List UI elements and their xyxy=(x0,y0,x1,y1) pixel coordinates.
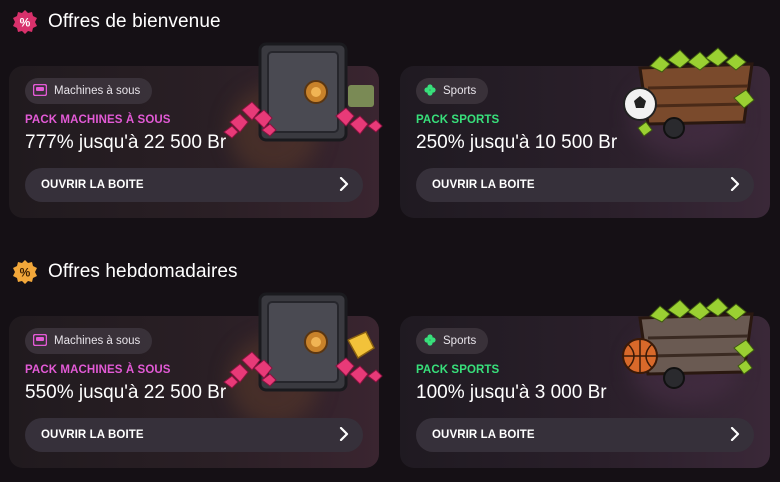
chevron-right-icon xyxy=(730,426,740,444)
category-tag: Machines à sous xyxy=(25,78,153,104)
section-title: Offres hebdomadaires xyxy=(48,261,238,282)
mine-cart-with-soccer-ball-image xyxy=(618,42,768,142)
open-box-button[interactable]: OUVRIR LA BOITE xyxy=(416,168,754,202)
section-title: Offres de bienvenue xyxy=(48,11,221,32)
category-tag: Machines à sous xyxy=(25,328,153,354)
clover-icon xyxy=(424,83,436,99)
pack-label: PACK MACHINES À SOUS xyxy=(25,114,171,126)
category-tag: Sports xyxy=(416,328,489,354)
bonus-amount: 777% jusqu'à 22 500 Br xyxy=(25,132,227,153)
tag-label: Machines à sous xyxy=(54,85,141,97)
button-label: OUVRIR LA BOITE xyxy=(432,429,535,441)
bonus-amount: 250% jusqu'à 10 500 Br xyxy=(416,132,618,153)
tag-label: Sports xyxy=(443,335,477,347)
safe-with-gems-image xyxy=(218,290,388,394)
button-label: OUVRIR LA BOITE xyxy=(41,179,144,191)
section-header-welcome: % Offres de bienvenue xyxy=(12,8,221,36)
slot-machine-icon xyxy=(32,83,48,99)
clover-icon xyxy=(424,333,436,349)
section-header-weekly: % Offres hebdomadaires xyxy=(12,258,238,286)
bonus-amount: 550% jusqu'à 22 500 Br xyxy=(25,382,227,403)
category-tag: Sports xyxy=(416,78,489,104)
open-box-button[interactable]: OUVRIR LA BOITE xyxy=(25,418,363,452)
pack-label: PACK SPORTS xyxy=(416,364,500,376)
button-label: OUVRIR LA BOITE xyxy=(41,429,144,441)
svg-text:%: % xyxy=(20,266,31,280)
percent-badge-icon: % xyxy=(12,9,38,35)
open-box-button[interactable]: OUVRIR LA BOITE xyxy=(25,168,363,202)
pack-label: PACK MACHINES À SOUS xyxy=(25,364,171,376)
svg-text:%: % xyxy=(20,16,31,30)
chevron-right-icon xyxy=(339,426,349,444)
tag-label: Sports xyxy=(443,85,477,97)
chevron-right-icon xyxy=(339,176,349,194)
button-label: OUVRIR LA BOITE xyxy=(432,179,535,191)
chevron-right-icon xyxy=(730,176,740,194)
tag-label: Machines à sous xyxy=(54,335,141,347)
open-box-button[interactable]: OUVRIR LA BOITE xyxy=(416,418,754,452)
mine-cart-with-basketball-image xyxy=(618,292,768,392)
safe-with-gems-image xyxy=(218,40,388,144)
slot-machine-icon xyxy=(32,333,48,349)
bonus-amount: 100% jusqu'à 3 000 Br xyxy=(416,382,607,403)
pack-label: PACK SPORTS xyxy=(416,114,500,126)
percent-star-badge-icon: % xyxy=(12,259,38,285)
